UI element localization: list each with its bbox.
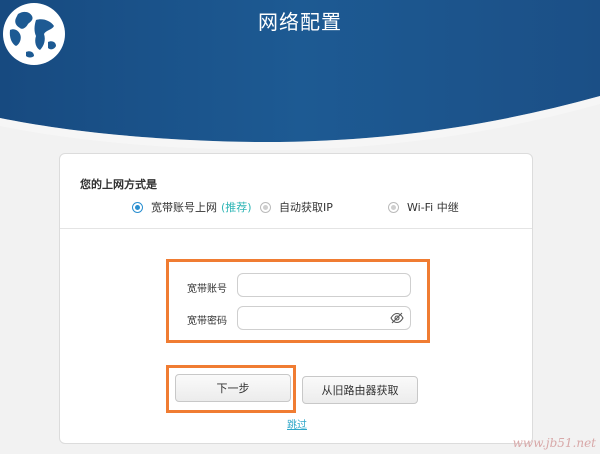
radio-label: 宽带账号上网 bbox=[151, 201, 217, 214]
import-from-old-router-button[interactable]: 从旧路由器获取 bbox=[302, 376, 418, 404]
password-label: 宽带密码 bbox=[187, 316, 227, 327]
recommend-tag: (推荐) bbox=[221, 201, 252, 214]
skip-link-text[interactable]: 跳过 bbox=[287, 420, 307, 431]
radio-auto-ip[interactable]: 自动获取IP bbox=[260, 199, 333, 215]
globe-icon bbox=[3, 3, 65, 65]
radio-unselected-icon bbox=[260, 201, 271, 213]
radio-selected-icon bbox=[132, 201, 143, 213]
watermark: www.jb51.net bbox=[512, 436, 596, 450]
connection-type-label: 您的上网方式是 bbox=[80, 178, 157, 191]
credentials-highlight: 宽带账号 宽带密码 bbox=[166, 259, 430, 343]
connection-type-options: 宽带账号上网 (推荐) 自动获取IP Wi-Fi 中继 bbox=[60, 199, 532, 219]
header-banner: 网络配置 bbox=[0, 0, 600, 160]
next-button[interactable]: 下一步 bbox=[175, 374, 291, 402]
radio-label: Wi-Fi 中继 bbox=[407, 201, 459, 214]
config-card: 您的上网方式是 宽带账号上网 (推荐) 自动获取IP Wi-Fi 中继 宽带账号… bbox=[59, 153, 533, 444]
eye-hidden-icon[interactable] bbox=[390, 312, 404, 324]
radio-label: 自动获取IP bbox=[279, 201, 333, 214]
skip-link[interactable]: 跳过 bbox=[60, 416, 534, 431]
password-input[interactable] bbox=[237, 306, 411, 330]
divider bbox=[60, 228, 532, 229]
radio-unselected-icon bbox=[388, 201, 399, 213]
radio-broadband-account[interactable]: 宽带账号上网 (推荐) bbox=[132, 199, 252, 215]
account-input[interactable] bbox=[237, 273, 411, 297]
page-title: 网络配置 bbox=[258, 10, 342, 34]
account-label: 宽带账号 bbox=[187, 284, 227, 295]
radio-wifi-repeater[interactable]: Wi-Fi 中继 bbox=[388, 199, 459, 215]
